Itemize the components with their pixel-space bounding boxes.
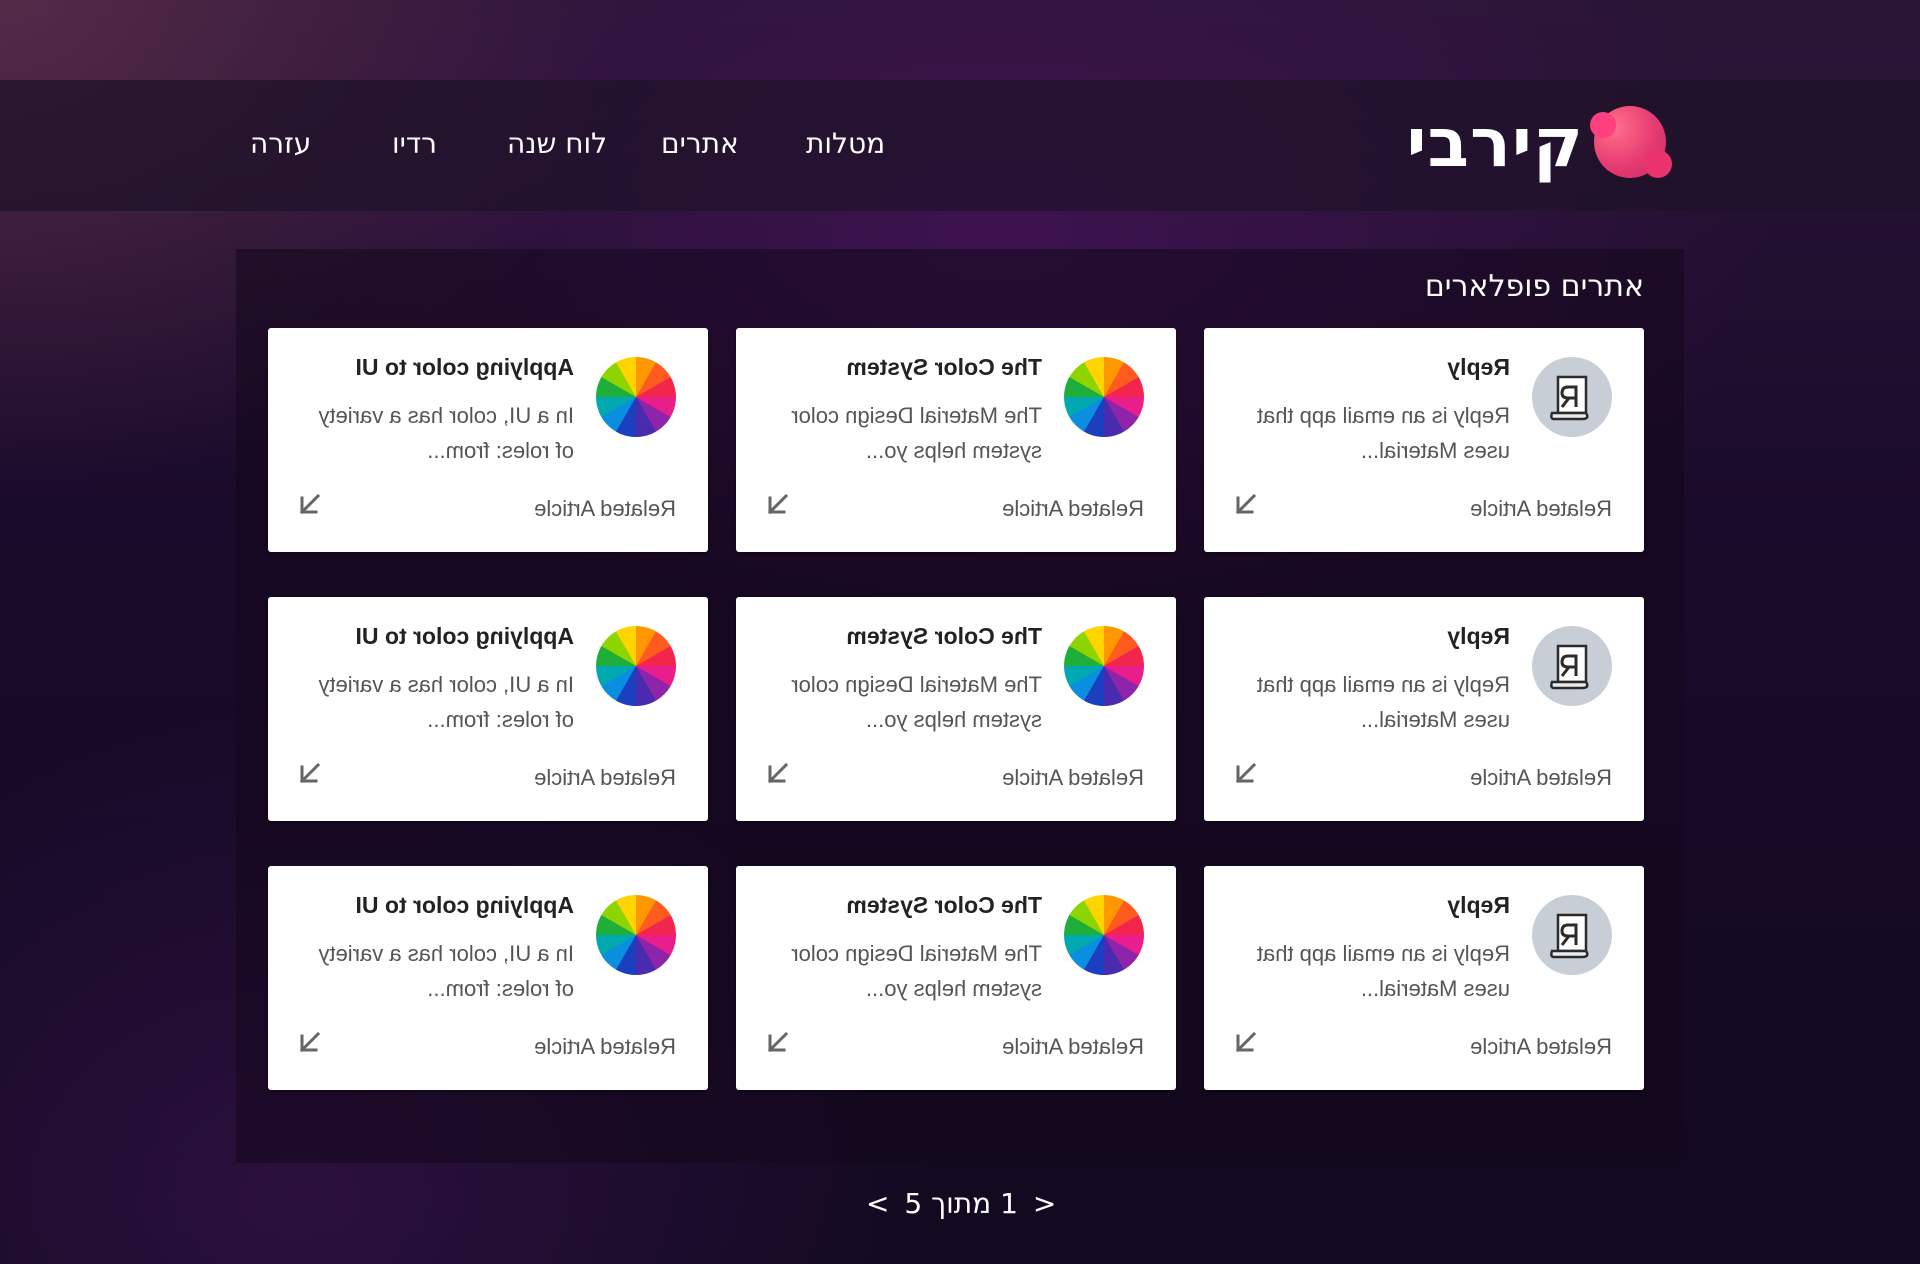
nav-item-calendar[interactable]: לוח שנה (507, 80, 607, 211)
site-card-content: The Color System The Material Design colo… (736, 597, 1176, 821)
site-card[interactable]: Applying color to UI In a UI, color has a… (268, 597, 708, 821)
card-description: The Material Design color system helps y… (791, 672, 1042, 732)
nav-item-tasks[interactable]: מטלות (806, 80, 885, 211)
logo-dot-icon (1590, 112, 1616, 138)
pagination-separator: מתוך (931, 1187, 992, 1220)
pagination-total: 5 (904, 1187, 923, 1220)
pagination: < 5 מתוך 1 > (860, 1184, 1060, 1224)
card-description: In a UI, color has a variety of roles: f… (318, 672, 574, 732)
site-card-content: Reply Reply is an email app that uses Mat… (1204, 328, 1644, 552)
card-footer-label: Related Article (534, 496, 676, 521)
site-card-content: Applying color to UI In a UI, color has a… (268, 866, 708, 1090)
card-description: Reply is an email app that uses Material… (1256, 941, 1510, 1001)
site-card-content: Reply Reply is an email app that uses Mat… (1204, 597, 1644, 821)
open-link-arrow-icon[interactable] (294, 488, 326, 520)
site-card-content: Applying color to UI In a UI, color has a… (268, 328, 708, 552)
pagination-next-button[interactable]: < (860, 1184, 895, 1224)
site-card[interactable]: The Color System The Material Design colo… (736, 328, 1176, 552)
nav-item-radio[interactable]: רדיו (392, 80, 437, 211)
open-link-arrow-icon[interactable] (762, 488, 794, 520)
color-wheel-icon (1064, 895, 1144, 975)
open-link-arrow-icon[interactable] (1230, 1026, 1262, 1058)
reply-logo-icon (1532, 895, 1612, 975)
reply-logo-icon (1532, 626, 1612, 706)
site-card[interactable]: Reply Reply is an email app that uses Mat… (1204, 597, 1644, 821)
open-link-arrow-icon[interactable] (762, 757, 794, 789)
card-footer-label: Related Article (1002, 1034, 1144, 1059)
reply-logo-icon (1532, 357, 1612, 437)
site-card-content: Reply Reply is an email app that uses Mat… (1204, 866, 1644, 1090)
logo-small-ball-icon (1644, 150, 1672, 178)
card-description: In a UI, color has a variety of roles: f… (318, 403, 574, 463)
site-card-content: The Color System The Material Design colo… (736, 866, 1176, 1090)
card-title: Reply (1447, 892, 1510, 918)
card-title: The Color System (846, 354, 1042, 380)
open-link-arrow-icon[interactable] (294, 757, 326, 789)
open-link-arrow-icon[interactable] (1230, 488, 1262, 520)
open-link-arrow-icon[interactable] (762, 1026, 794, 1058)
card-title: Applying color to UI (355, 623, 575, 649)
site-card[interactable]: The Color System The Material Design colo… (736, 597, 1176, 821)
open-link-arrow-icon[interactable] (1230, 757, 1262, 789)
card-description: Reply is an email app that uses Material… (1256, 403, 1510, 463)
open-link-arrow-icon[interactable] (294, 1026, 326, 1058)
card-footer-label: Related Article (1470, 1034, 1612, 1059)
color-wheel-icon (1064, 357, 1144, 437)
card-title: Applying color to UI (355, 354, 575, 380)
site-card[interactable]: The Color System The Material Design colo… (736, 866, 1176, 1090)
color-wheel-icon (596, 626, 676, 706)
pagination-prev-button[interactable]: > (1027, 1184, 1062, 1224)
color-wheel-icon (1064, 626, 1144, 706)
color-wheel-icon (596, 895, 676, 975)
brand-logo[interactable]: קירבי (1406, 102, 1672, 186)
card-description: In a UI, color has a variety of roles: f… (318, 941, 574, 1001)
card-title: The Color System (846, 892, 1042, 918)
card-footer-label: Related Article (1002, 496, 1144, 521)
site-card[interactable]: Reply Reply is an email app that uses Mat… (1204, 866, 1644, 1090)
card-description: The Material Design color system helps y… (791, 403, 1042, 463)
card-title: The Color System (846, 623, 1042, 649)
card-title: Applying color to UI (355, 892, 575, 918)
brand-name: קירבי (1406, 104, 1584, 183)
card-title: Reply (1447, 354, 1510, 380)
card-footer-label: Related Article (534, 1034, 676, 1059)
pagination-current: 1 (1000, 1187, 1018, 1220)
card-footer-label: Related Article (534, 765, 676, 790)
card-description: Reply is an email app that uses Material… (1256, 672, 1510, 732)
nav-item-help[interactable]: עזרה (250, 80, 311, 211)
card-title: Reply (1447, 623, 1510, 649)
card-footer-label: Related Article (1002, 765, 1144, 790)
site-card[interactable]: Reply Reply is an email app that uses Mat… (1204, 328, 1644, 552)
section-title: אתרים פופלארים (1424, 269, 1644, 304)
color-wheel-icon (596, 357, 676, 437)
card-description: The Material Design color system helps y… (791, 941, 1042, 1001)
card-footer-label: Related Article (1470, 765, 1612, 790)
nav-item-sites[interactable]: אתרים (661, 80, 739, 211)
site-card[interactable]: Applying color to UI In a UI, color has a… (268, 866, 708, 1090)
site-card[interactable]: Applying color to UI In a UI, color has a… (268, 328, 708, 552)
card-footer-label: Related Article (1470, 496, 1612, 521)
site-card-content: The Color System The Material Design colo… (736, 328, 1176, 552)
site-card-content: Applying color to UI In a UI, color has a… (268, 597, 708, 821)
